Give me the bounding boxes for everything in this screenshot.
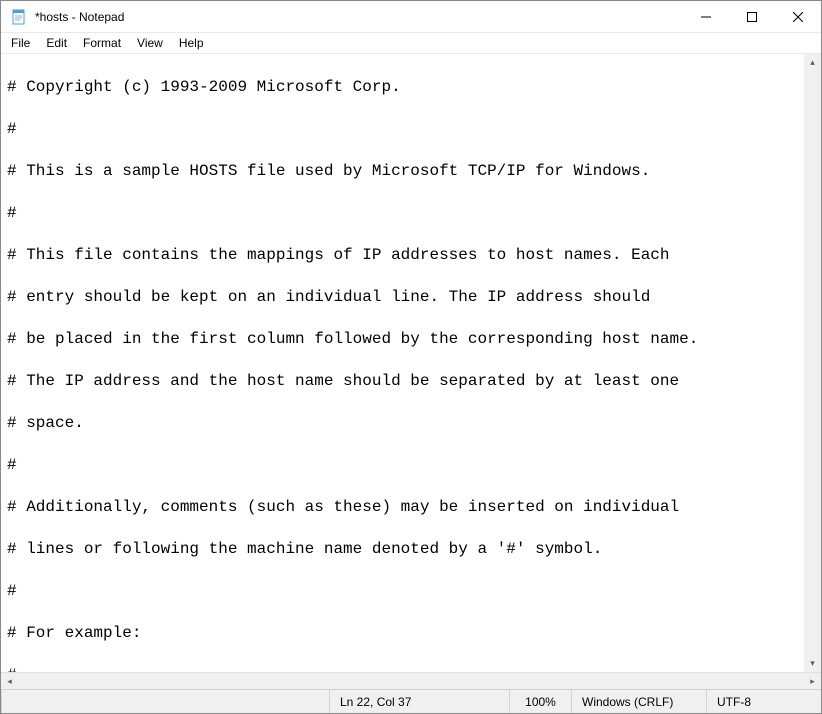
text-line: # The IP address and the host name shoul… (7, 371, 817, 392)
scrollbar-track[interactable] (18, 673, 804, 689)
status-spacer (1, 690, 329, 713)
window-title: *hosts - Notepad (35, 10, 683, 24)
maximize-button[interactable] (729, 1, 775, 33)
scrollbar-track[interactable] (804, 71, 821, 655)
text-line: # (7, 665, 817, 672)
status-cursor-position: Ln 22, Col 37 (329, 690, 509, 713)
text-line: # This file contains the mappings of IP … (7, 245, 817, 266)
scroll-left-button[interactable]: ◂ (1, 673, 18, 690)
text-line: # entry should be kept on an individual … (7, 287, 817, 308)
menu-help[interactable]: Help (171, 34, 212, 52)
status-encoding: UTF-8 (706, 690, 821, 713)
menu-format[interactable]: Format (75, 34, 129, 52)
scroll-up-button[interactable]: ▴ (804, 54, 821, 71)
text-line: # (7, 455, 817, 476)
text-line: # be placed in the first column followed… (7, 329, 817, 350)
statusbar: Ln 22, Col 37 100% Windows (CRLF) UTF-8 (1, 689, 821, 713)
status-line-ending: Windows (CRLF) (571, 690, 706, 713)
text-line: # (7, 581, 817, 602)
menu-edit[interactable]: Edit (38, 34, 75, 52)
text-line: # space. (7, 413, 817, 434)
text-line: # For example: (7, 623, 817, 644)
notepad-icon (11, 9, 27, 25)
horizontal-scrollbar[interactable]: ◂ ▸ (1, 672, 821, 689)
menu-view[interactable]: View (129, 34, 171, 52)
text-line: # (7, 119, 817, 140)
scroll-right-button[interactable]: ▸ (804, 673, 821, 690)
text-line: # Copyright (c) 1993-2009 Microsoft Corp… (7, 77, 817, 98)
close-button[interactable] (775, 1, 821, 33)
text-editor[interactable]: # Copyright (c) 1993-2009 Microsoft Corp… (1, 54, 821, 672)
menu-file[interactable]: File (3, 34, 38, 52)
text-line: # This is a sample HOSTS file used by Mi… (7, 161, 817, 182)
vertical-scrollbar[interactable]: ▴ ▾ (804, 54, 821, 672)
file-content[interactable]: # Copyright (c) 1993-2009 Microsoft Corp… (7, 56, 817, 672)
text-line: # (7, 203, 817, 224)
menubar: File Edit Format View Help (1, 33, 821, 54)
minimize-button[interactable] (683, 1, 729, 33)
titlebar: *hosts - Notepad (1, 1, 821, 33)
status-zoom: 100% (509, 690, 571, 713)
text-line: # Additionally, comments (such as these)… (7, 497, 817, 518)
text-line: # lines or following the machine name de… (7, 539, 817, 560)
scroll-down-button[interactable]: ▾ (804, 655, 821, 672)
